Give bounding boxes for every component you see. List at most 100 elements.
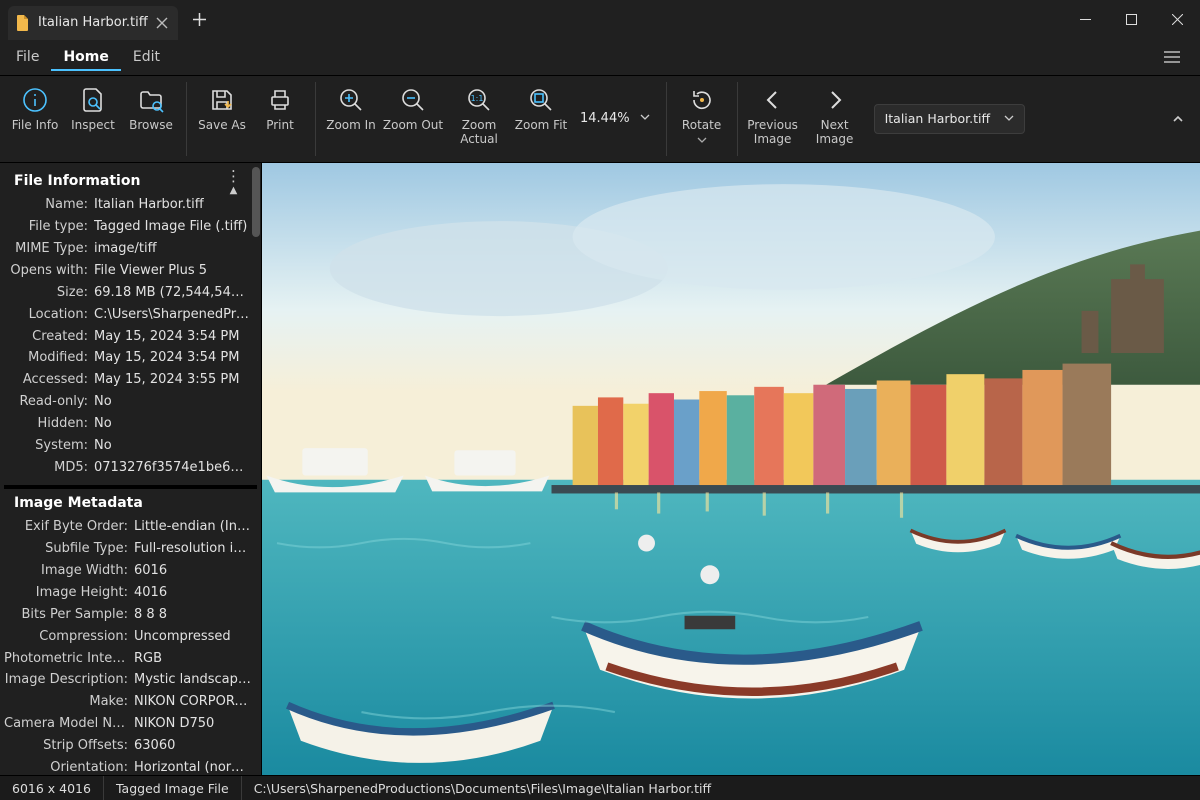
property-value: May 15, 2024 3:54 PM — [94, 328, 251, 347]
property-value: image/tiff — [94, 240, 251, 259]
rotate-button[interactable]: Rotate — [673, 81, 731, 149]
zoom-in-label: Zoom In — [326, 119, 376, 133]
property-row: Hidden:No — [4, 413, 257, 435]
property-key: Image Width: — [4, 562, 134, 581]
menu-home[interactable]: Home — [51, 43, 120, 71]
property-key: Read-only: — [4, 393, 94, 412]
property-row: System:No — [4, 435, 257, 457]
property-key: Image Height: — [4, 584, 134, 603]
property-row: MD5:0713276f3574e1be6692043... — [4, 457, 257, 479]
property-key: System: — [4, 437, 94, 456]
property-row: Read-only:No — [4, 392, 257, 414]
property-row: Image Description:Mystic landscape ... — [4, 670, 257, 692]
zoom-fit-label: Zoom Fit — [515, 119, 567, 133]
next-image-button[interactable]: Next Image — [802, 81, 868, 147]
image-metadata-title: Image Metadata — [4, 489, 257, 517]
panel-scrollbar[interactable] — [252, 167, 260, 237]
property-value: 0713276f3574e1be6692043... — [94, 459, 251, 478]
file-icon — [16, 15, 30, 31]
zoom-actual-button[interactable]: 1:1 Zoom Actual — [446, 81, 512, 147]
ribbon-toolbar: File Info Inspect Browse Save As — [0, 76, 1200, 163]
ribbon-group-file: File Info Inspect Browse — [6, 81, 180, 157]
menu-file[interactable]: File — [4, 43, 51, 71]
image-viewport[interactable] — [262, 163, 1200, 775]
property-key: Compression: — [4, 628, 134, 647]
minimize-button[interactable] — [1062, 0, 1108, 39]
previous-image-label-2: Image — [754, 133, 792, 147]
property-row: Exif Byte Order:Little-endian (Intel... — [4, 517, 257, 539]
maximize-button[interactable] — [1108, 0, 1154, 39]
menu-edit[interactable]: Edit — [121, 43, 172, 71]
property-key: Hidden: — [4, 415, 94, 434]
property-row: Location:C:\Users\SharpenedProdu... — [4, 304, 257, 326]
property-row: File type:Tagged Image File (.tiff) — [4, 217, 257, 239]
zoom-out-icon — [400, 87, 426, 113]
zoom-level-select[interactable]: 14.44% — [572, 104, 658, 134]
property-key: Bits Per Sample: — [4, 606, 134, 625]
hamburger-menu-button[interactable] — [1154, 42, 1190, 72]
zoom-out-button[interactable]: Zoom Out — [380, 81, 446, 133]
property-value: No — [94, 393, 251, 412]
statusbar: 6016 x 4016 Tagged Image File C:\Users\S… — [0, 775, 1200, 800]
property-row: Orientation:Horizontal (normal) — [4, 757, 257, 775]
property-key: Strip Offsets: — [4, 737, 134, 756]
previous-image-button[interactable]: Previous Image — [744, 81, 802, 147]
property-value: NIKON CORPORA... — [134, 693, 251, 712]
property-row: Image Width:6016 — [4, 561, 257, 583]
property-value: C:\Users\SharpenedProdu... — [94, 306, 251, 325]
file-information-section: File Information Name:Italian Harbor.tif… — [4, 167, 257, 485]
property-value: Full-resolution im... — [134, 540, 251, 559]
close-window-button[interactable] — [1154, 0, 1200, 39]
menubar: File Home Edit — [0, 40, 1200, 76]
property-key: Name: — [4, 196, 94, 215]
property-value: Tagged Image File (.tiff) — [94, 218, 251, 237]
property-key: Location: — [4, 306, 94, 325]
property-key: Camera Model Name: — [4, 715, 134, 734]
zoom-fit-button[interactable]: Zoom Fit — [512, 81, 570, 133]
status-format: Tagged Image File — [104, 776, 242, 800]
chevron-down-icon — [697, 135, 707, 149]
info-icon — [22, 87, 48, 113]
previous-image-label-1: Previous — [747, 119, 798, 133]
property-key: MIME Type: — [4, 240, 94, 259]
browse-button[interactable]: Browse — [122, 81, 180, 133]
ribbon-separator — [315, 82, 316, 156]
save-as-button[interactable]: Save As — [193, 81, 251, 133]
property-row: Compression:Uncompressed — [4, 626, 257, 648]
document-tab[interactable]: Italian Harbor.tiff — [8, 6, 178, 40]
property-value: 6016 — [134, 562, 251, 581]
image-metadata-section: Image Metadata Exif Byte Order:Little-en… — [4, 489, 257, 775]
property-key: File type: — [4, 218, 94, 237]
svg-text:1:1: 1:1 — [471, 94, 484, 103]
file-info-label: File Info — [12, 119, 59, 133]
inspect-icon — [80, 87, 106, 113]
zoom-actual-icon: 1:1 — [466, 87, 492, 113]
print-button[interactable]: Print — [251, 81, 309, 133]
file-info-button[interactable]: File Info — [6, 81, 64, 133]
print-icon — [267, 87, 293, 113]
property-row: Subfile Type:Full-resolution im... — [4, 539, 257, 561]
ribbon-separator — [186, 82, 187, 156]
chevron-down-icon — [640, 111, 650, 126]
browse-label: Browse — [129, 119, 173, 133]
property-key: Accessed: — [4, 371, 94, 390]
titlebar: Italian Harbor.tiff — [0, 0, 1200, 40]
new-tab-button[interactable] — [182, 3, 216, 37]
file-selector[interactable]: Italian Harbor.tiff — [874, 104, 1025, 134]
property-row: Modified:May 15, 2024 3:54 PM — [4, 348, 257, 370]
ribbon-group-output: Save As Print — [193, 81, 309, 157]
close-tab-icon[interactable] — [156, 17, 168, 29]
inspect-button[interactable]: Inspect — [64, 81, 122, 133]
zoom-in-button[interactable]: Zoom In — [322, 81, 380, 133]
property-row: Name:Italian Harbor.tiff — [4, 195, 257, 217]
browse-icon — [138, 87, 164, 113]
panel-options-button[interactable]: ⋮ ▲ — [226, 169, 241, 196]
zoom-in-icon — [338, 87, 364, 113]
property-value: Mystic landscape ... — [134, 671, 251, 690]
property-row: MIME Type:image/tiff — [4, 239, 257, 261]
zoom-level-value: 14.44% — [580, 111, 630, 126]
file-information-title: File Information — [4, 167, 257, 195]
property-row: Photometric Interpreta...RGB — [4, 648, 257, 670]
property-row: Accessed:May 15, 2024 3:55 PM — [4, 370, 257, 392]
collapse-ribbon-button[interactable] — [1166, 107, 1190, 131]
